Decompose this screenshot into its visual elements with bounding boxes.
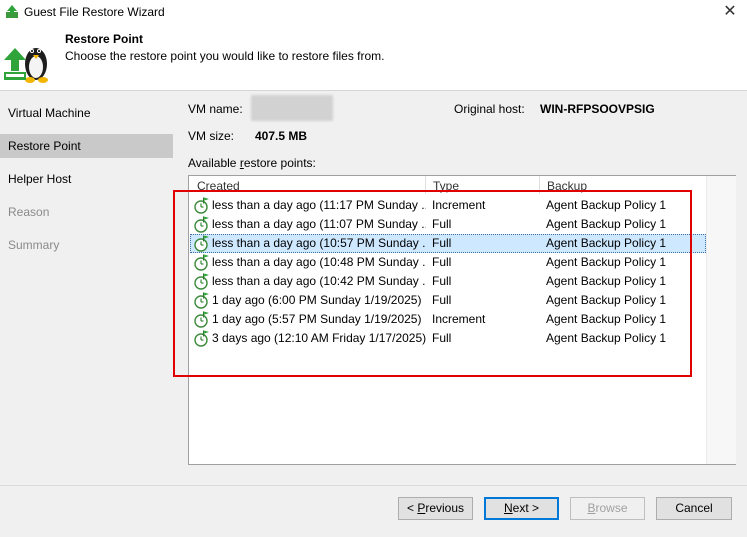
window-title: Guest File Restore Wizard (24, 5, 165, 19)
step-reason: Reason (8, 205, 50, 219)
vm-name-value-redacted (251, 95, 333, 121)
original-host-label: Original host: (454, 102, 525, 116)
highlight-annotation-box (173, 190, 692, 377)
close-button[interactable]: ✕ (718, 1, 742, 23)
title-bar: Guest File Restore Wizard ✕ (0, 0, 747, 24)
vm-size-value: 407.5 MB (255, 129, 308, 143)
footer-divider (0, 485, 747, 486)
linux-restore-logo-icon (4, 48, 48, 83)
restore-points-label: Available restore points: (188, 156, 316, 170)
list-scrollbar-area (706, 176, 736, 464)
step-virtual-machine[interactable]: Virtual Machine (0, 101, 173, 125)
browse-button: Browse (570, 497, 645, 520)
cancel-button[interactable]: Cancel (656, 497, 732, 520)
previous-button[interactable]: < Previous (398, 497, 473, 520)
wizard-steps-sidebar: Virtual Machine Restore Point Helper Hos… (0, 91, 180, 485)
vm-name-label: VM name: (188, 102, 243, 116)
app-icon (6, 5, 18, 18)
header-title: Restore Point (65, 32, 144, 46)
step-summary: Summary (8, 238, 60, 252)
header-description: Choose the restore point you would like … (65, 49, 385, 63)
next-button[interactable]: Next > (484, 497, 559, 520)
step-restore-point[interactable]: Restore Point (0, 134, 173, 158)
original-host-value: WIN-RFPSOOVPSIG (540, 102, 655, 116)
step-helper-host[interactable]: Helper Host (0, 167, 173, 191)
wizard-header: Restore Point Choose the restore point y… (0, 24, 747, 90)
vm-size-label: VM size: (188, 129, 235, 143)
